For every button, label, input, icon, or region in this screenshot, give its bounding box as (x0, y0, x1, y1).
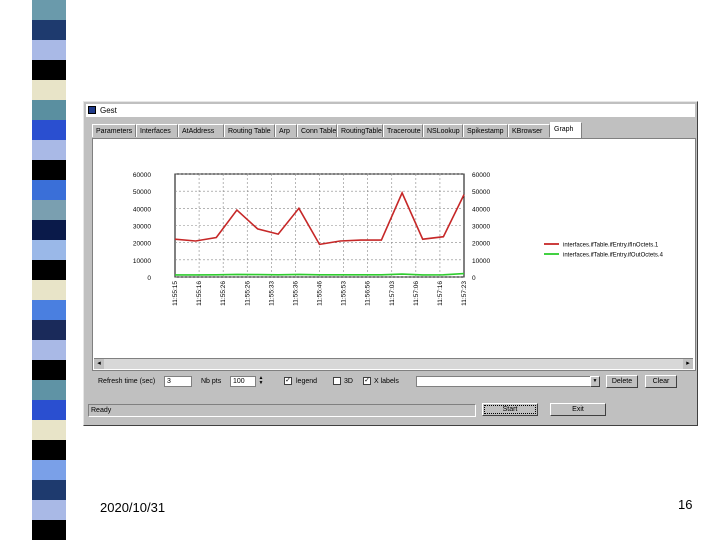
app-icon (88, 106, 96, 114)
x-labels-label: X labels (374, 378, 399, 385)
chevron-down-icon[interactable]: ▼ (590, 376, 600, 387)
x-tick-label: 11:55:15 (172, 281, 179, 306)
x-tick-label: 11:55:26 (244, 281, 251, 306)
legend-entry: interfaces.ifTable.ifEntry.ifOutOctets.4 (563, 253, 664, 259)
series-select[interactable] (416, 376, 600, 387)
tab-kbrowser[interactable]: KBrowser (508, 124, 550, 137)
tab-arp[interactable]: Arp (275, 124, 297, 137)
x-tick-label: 11:55:33 (268, 281, 275, 306)
x-tick-label: 11:55:36 (292, 281, 299, 306)
tab-interfaces[interactable]: Interfaces (136, 124, 178, 137)
x-tick-label: 11:57:23 (461, 281, 468, 306)
nb-points-spinner[interactable]: ▲ ▼ (257, 376, 265, 387)
title-bar: Gest (86, 104, 695, 117)
x-tick-label: 11:55:26 (220, 281, 227, 306)
graph-window: Gest Parameters Interfaces AtAddress Routin… (83, 101, 698, 426)
left-tick-label: 0 (147, 275, 151, 282)
right-tick-label: 50000 (472, 189, 490, 196)
graph-panel: 60000 50000 40000 30000 20000 10000 0 60000 5000… (92, 138, 696, 371)
x-tick-label: 11:57:16 (437, 281, 444, 306)
tab-graph[interactable]: Graph (550, 122, 582, 138)
legend-label: legend (296, 378, 318, 385)
line-chart: 60000 50000 40000 30000 20000 10000 0 60000 5000… (133, 172, 664, 306)
left-tick-label: 20000 (133, 241, 151, 248)
x-tick-label: 11:55:53 (341, 281, 348, 306)
tab-traceroute[interactable]: Traceroute (383, 124, 423, 137)
tab-routing-table[interactable]: Routing Table (224, 124, 275, 137)
nb-points-input[interactable]: 100 (230, 376, 256, 387)
nb-points-label: Nb pts (201, 378, 222, 385)
clear-button[interactable]: Clear (645, 375, 677, 388)
three-d-checkbox[interactable] (333, 377, 341, 385)
tab-ataddress[interactable]: AtAddress (178, 124, 224, 137)
tab-parameters[interactable]: Parameters (92, 124, 136, 137)
decorative-strip (32, 0, 66, 540)
slide-date: 2020/10/31 (100, 500, 166, 515)
tab-routingtable[interactable]: RoutingTable (337, 124, 383, 137)
tab-conn-table[interactable]: Conn Table (297, 124, 337, 137)
three-d-label: 3D (344, 378, 353, 385)
x-tick-label: 11:56:56 (365, 281, 372, 306)
right-tick-label: 30000 (472, 224, 490, 231)
right-tick-label: 20000 (472, 241, 490, 248)
legend-checkbox[interactable]: ✓ (284, 377, 292, 385)
right-tick-label: 60000 (472, 172, 490, 179)
left-tick-label: 10000 (133, 258, 151, 265)
x-tick-label: 11:55:46 (317, 281, 324, 306)
left-tick-label: 50000 (133, 189, 151, 196)
legend-entry: interfaces.ifTable.ifEntry.ifInOctets.1 (563, 243, 659, 249)
tab-spikestamp[interactable]: Spikestamp (463, 124, 508, 137)
delete-button[interactable]: Delete (606, 375, 638, 388)
left-tick-label: 60000 (133, 172, 151, 179)
start-button[interactable]: Start (482, 403, 538, 416)
left-tick-label: 30000 (133, 224, 151, 231)
refresh-time-label: Refresh time (sec) (98, 378, 156, 385)
right-tick-label: 10000 (472, 258, 490, 265)
right-tick-label: 0 (472, 275, 476, 282)
x-labels-checkbox[interactable]: ✓ (363, 377, 371, 385)
status-bar: Ready (88, 404, 476, 417)
refresh-time-input[interactable]: 3 (164, 376, 192, 387)
window-title: Gest (100, 106, 117, 115)
exit-button[interactable]: Exit (550, 403, 606, 416)
series-line-2 (175, 272, 465, 276)
x-tick-label: 11:57:03 (389, 281, 396, 306)
x-tick-label: 11:57:06 (413, 281, 420, 306)
horizontal-scrollbar[interactable]: ◂ ▸ (94, 358, 693, 369)
left-tick-label: 40000 (133, 206, 151, 213)
x-tick-label: 11:55:16 (196, 281, 203, 306)
scroll-left-icon[interactable]: ◂ (94, 359, 104, 369)
tab-nslookup[interactable]: NSLookup (423, 124, 463, 137)
slide-page-number: 16 (678, 497, 693, 512)
scroll-right-icon[interactable]: ▸ (683, 359, 693, 369)
right-tick-label: 40000 (472, 206, 490, 213)
